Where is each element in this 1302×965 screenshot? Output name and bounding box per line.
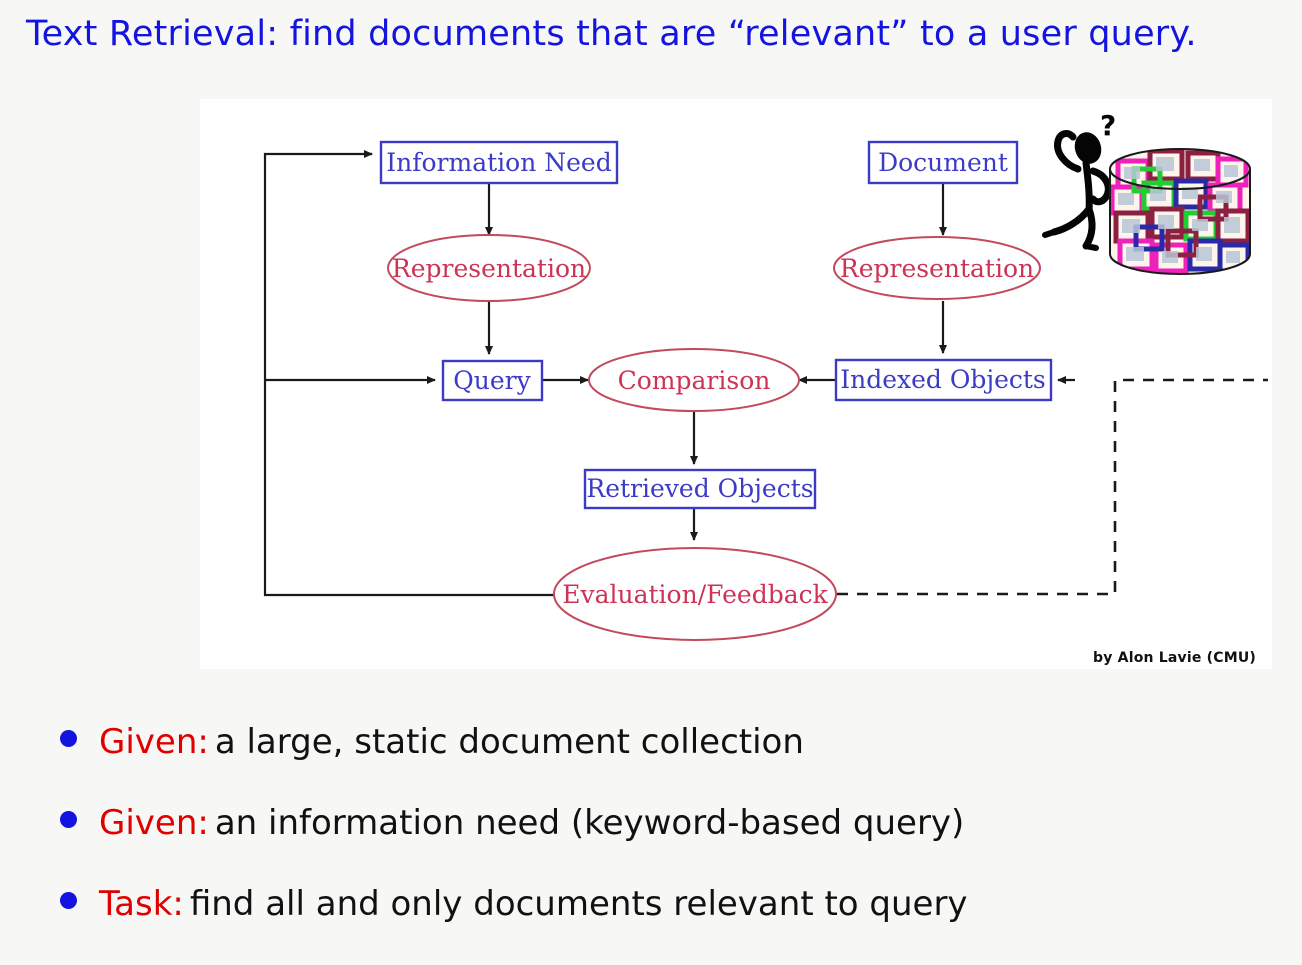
node-indexed-objects[interactable]: Indexed Objects [834,358,1053,402]
node-document-label: Document [878,148,1008,177]
node-retrieved-objects[interactable]: Retrieved Objects [583,468,817,510]
bullet-body: a large, static document collection [214,722,804,762]
node-retrieved-objects-label: Retrieved Objects [586,474,813,503]
retrieval-process-diagram: Information Need Representation Query Co… [263,109,1268,641]
retrieval-process-figure: Information Need Representation Query Co… [200,99,1272,669]
list-item: Task: find all and only documents relevan… [60,884,1260,965]
node-indexed-objects-label: Indexed Objects [840,365,1046,394]
node-evaluation-feedback-label: Evaluation/Feedback [562,580,828,609]
node-comparison-label: Comparison [618,366,771,395]
bullet-dot-icon [60,892,77,909]
node-representation-document[interactable]: Representation [833,236,1041,300]
list-item: Given: a large, static document collectio… [60,722,1260,803]
page-title: Text Retrieval: find documents that are … [26,14,1197,54]
bullet-list: Given: a large, static document collectio… [60,722,1260,965]
node-information-need-label: Information Need [386,148,611,177]
bullet-text: Given: an information need (keyword-based… [99,803,964,843]
node-evaluation-feedback[interactable]: Evaluation/Feedback [553,547,837,641]
bullet-dot-icon [60,811,77,828]
node-document[interactable]: Document [867,140,1019,185]
bullet-body: find all and only documents relevant to … [189,884,968,924]
figure-credit: by Alon Lavie (CMU) [1093,650,1256,666]
document-database-icon [1109,148,1251,275]
database-document-icons [1110,149,1250,274]
node-representation-query-label: Representation [392,254,586,283]
list-item: Given: an information need (keyword-based… [60,803,1260,884]
bullet-label: Given: [99,722,209,762]
node-comparison[interactable]: Comparison [588,348,800,412]
bullet-text: Given: a large, static document collectio… [99,722,804,762]
node-query-label: Query [453,366,531,395]
question-mark-icon: ? [1100,109,1116,142]
node-representation-document-label: Representation [840,254,1034,283]
node-representation-query[interactable]: Representation [387,234,591,302]
bullet-label: Given: [99,803,209,843]
link-evaluation-to-indexed-objects-dashed [837,378,1268,596]
thinking-person-icon: ? [1042,109,1116,251]
bullet-dot-icon [60,730,77,747]
bullet-text: Task: find all and only documents relevan… [99,884,968,924]
bullet-label: Task: [99,884,184,924]
node-information-need[interactable]: Information Need [379,140,619,185]
node-query[interactable]: Query [441,359,544,402]
bullet-body: an information need (keyword-based query… [214,803,965,843]
